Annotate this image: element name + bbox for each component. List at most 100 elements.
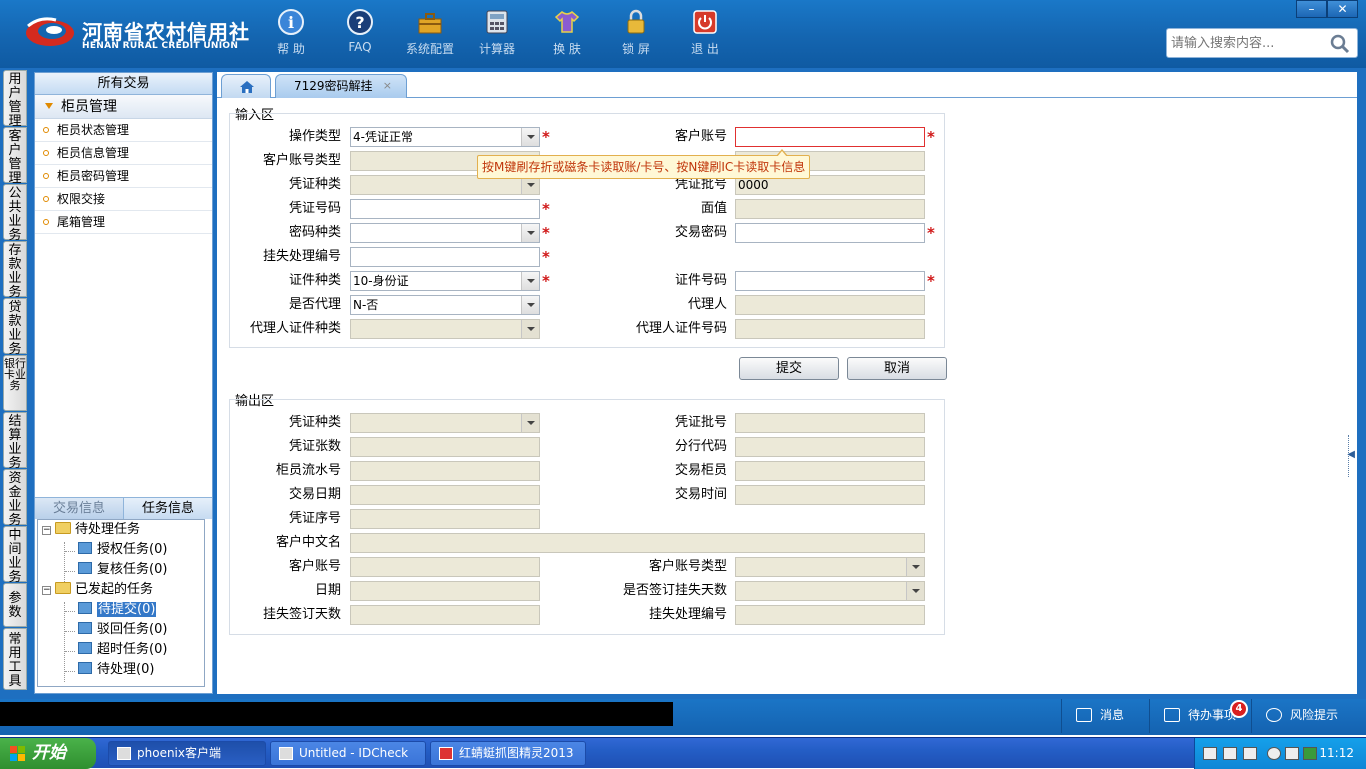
chevron-left-icon[interactable]: ◀ xyxy=(1347,449,1355,460)
keyboard-icon[interactable] xyxy=(1203,747,1217,760)
search-input[interactable] xyxy=(1171,33,1321,53)
tree-node-review[interactable]: 复核任务(0) xyxy=(78,560,167,580)
menu-label: 柜员密码管理 xyxy=(57,169,130,183)
vnav-settlement[interactable]: 结算业务 xyxy=(3,412,27,471)
tree-label: 已发起的任务 xyxy=(75,582,154,597)
out-voucher-count-label: 凭证张数 xyxy=(288,439,341,454)
menu-teller-password[interactable]: 柜员密码管理 xyxy=(35,165,212,188)
menu-permission-handover[interactable]: 权限交接 xyxy=(35,188,212,211)
chevron-down-icon[interactable] xyxy=(521,128,539,146)
vnav-bank-card[interactable]: 银行卡业务 xyxy=(3,355,27,411)
exit-button[interactable]: 退 出 xyxy=(675,8,735,60)
agent-flag-label: 是否代理 xyxy=(288,297,341,312)
loss-no-input[interactable] xyxy=(350,247,540,267)
tab-task-info[interactable]: 任务信息 xyxy=(123,498,212,519)
menu-teller-info[interactable]: 柜员信息管理 xyxy=(35,142,212,165)
tab-transaction-info[interactable]: 交易信息 xyxy=(35,498,123,519)
teller-mgmt-group[interactable]: 柜员管理 xyxy=(35,95,212,119)
face-value-label: 面值 xyxy=(700,201,727,216)
pwd-kind-select[interactable] xyxy=(350,223,540,243)
cust-acct-label: 客户账号 xyxy=(674,129,727,144)
shirt-icon xyxy=(554,11,580,33)
tree-node-pending[interactable]: − 待处理任务 xyxy=(42,520,140,540)
close-tab-icon[interactable]: × xyxy=(383,75,392,97)
trade-pwd-input[interactable] xyxy=(735,223,925,243)
op-type-select[interactable]: 4-凭证正常 xyxy=(350,127,540,147)
collapse-icon[interactable]: − xyxy=(42,586,51,595)
agent-id-no-label: 代理人证件号码 xyxy=(635,321,727,336)
tree-node-to-submit[interactable]: 待提交(0) xyxy=(78,600,157,620)
vnav-user-mgmt[interactable]: 用户管理 xyxy=(3,70,27,129)
task-label: Untitled - IDCheck xyxy=(299,746,409,760)
change-skin-button[interactable]: 换 肤 xyxy=(537,8,597,60)
cancel-button[interactable]: 取消 xyxy=(847,357,947,380)
tab-7129-password-unlock[interactable]: 7129密码解挂 × xyxy=(275,74,407,98)
vnav-common-tools[interactable]: 常用工具 xyxy=(3,628,27,690)
tree-node-initiated[interactable]: − 已发起的任务 xyxy=(42,580,153,600)
bullet-icon xyxy=(43,219,49,225)
help-button[interactable]: i 帮 助 xyxy=(261,8,321,60)
chevron-left-icon[interactable] xyxy=(1267,747,1281,760)
vnav-loan[interactable]: 贷款业务 xyxy=(3,298,27,357)
home-icon xyxy=(240,81,254,93)
tree-node-auth[interactable]: 授权任务(0) xyxy=(78,540,167,560)
tree-node-rejected[interactable]: 驳回任务(0) xyxy=(78,620,167,640)
menu-label: 柜员状态管理 xyxy=(57,123,130,137)
id-type-select[interactable]: 10-身份证 xyxy=(350,271,540,291)
cust-acct-input[interactable] xyxy=(735,127,925,147)
vnav-funds[interactable]: 资金业务 xyxy=(3,469,27,528)
tree-label: 授权任务(0) xyxy=(97,542,168,557)
agent-flag-select[interactable]: N-否 xyxy=(350,295,540,315)
clock[interactable]: 11:12 xyxy=(1319,738,1354,768)
task-screenshot-tool[interactable]: 红蜻蜓抓图精灵2013 xyxy=(430,741,586,766)
tree-node-timeout[interactable]: 超时任务(0) xyxy=(78,640,167,660)
out-trade-date-label: 交易日期 xyxy=(288,487,341,502)
pwd-kind-label: 密码种类 xyxy=(288,225,341,240)
submit-button[interactable]: 提交 xyxy=(739,357,839,380)
voucher-no-input[interactable] xyxy=(350,199,540,219)
out-loss-no-label: 挂失处理编号 xyxy=(648,607,727,622)
id-no-input[interactable] xyxy=(735,271,925,291)
chevron-down-icon[interactable] xyxy=(521,224,539,242)
lock-screen-button[interactable]: 锁 屏 xyxy=(606,8,666,60)
out-voucher-batch-field xyxy=(735,413,925,433)
tab-home[interactable] xyxy=(221,74,271,98)
messages-button[interactable]: 消息 xyxy=(1061,699,1149,733)
marquee-bar xyxy=(0,702,673,726)
group-label: 柜员管理 xyxy=(61,99,117,115)
vnav-params[interactable]: 参数 xyxy=(3,583,27,627)
close-button[interactable]: ✕ xyxy=(1327,0,1358,18)
help-tray-icon[interactable] xyxy=(1223,747,1237,760)
task-icon xyxy=(78,642,92,654)
chevron-down-icon xyxy=(521,320,539,338)
system-config-button[interactable]: 系统配置 xyxy=(400,8,460,60)
menu-teller-status[interactable]: 柜员状态管理 xyxy=(35,119,212,142)
chevron-down-icon xyxy=(521,414,539,432)
network-icon[interactable] xyxy=(1243,747,1257,760)
chevron-down-icon[interactable] xyxy=(521,296,539,314)
vnav-customer-mgmt[interactable]: 客户管理 xyxy=(3,127,27,186)
faq-button[interactable]: ? FAQ xyxy=(330,8,390,60)
minimize-button[interactable]: – xyxy=(1296,0,1327,18)
vnav-deposit[interactable]: 存款业务 xyxy=(3,241,27,300)
menu-tail-box[interactable]: 尾箱管理 xyxy=(35,211,212,234)
out-date-label: 日期 xyxy=(314,583,341,598)
v2-tray-icon[interactable] xyxy=(1303,747,1317,760)
calculator-button[interactable]: 计算器 xyxy=(467,8,527,60)
tree-node-to-process[interactable]: 待处理(0) xyxy=(78,660,154,680)
search-icon[interactable] xyxy=(1329,33,1351,55)
help-label: 帮 助 xyxy=(277,42,305,56)
vnav-intermediary[interactable]: 中间业务 xyxy=(3,526,27,585)
task-phoenix[interactable]: phoenix客户端 xyxy=(108,741,266,766)
start-button[interactable]: 开始 xyxy=(0,738,96,769)
app-tray-icon[interactable] xyxy=(1285,747,1299,760)
task-idcheck[interactable]: Untitled - IDCheck xyxy=(270,741,426,766)
out-branch-code-field xyxy=(735,437,925,457)
vnav-public-business[interactable]: 公共业务 xyxy=(3,184,27,243)
chevron-down-icon[interactable] xyxy=(521,272,539,290)
required-mark: * xyxy=(927,272,935,290)
agent-field xyxy=(735,295,925,315)
collapse-icon[interactable]: − xyxy=(42,526,51,535)
risk-button[interactable]: 风险提示 xyxy=(1251,699,1361,733)
all-transactions-header[interactable]: 所有交易 xyxy=(35,73,212,95)
